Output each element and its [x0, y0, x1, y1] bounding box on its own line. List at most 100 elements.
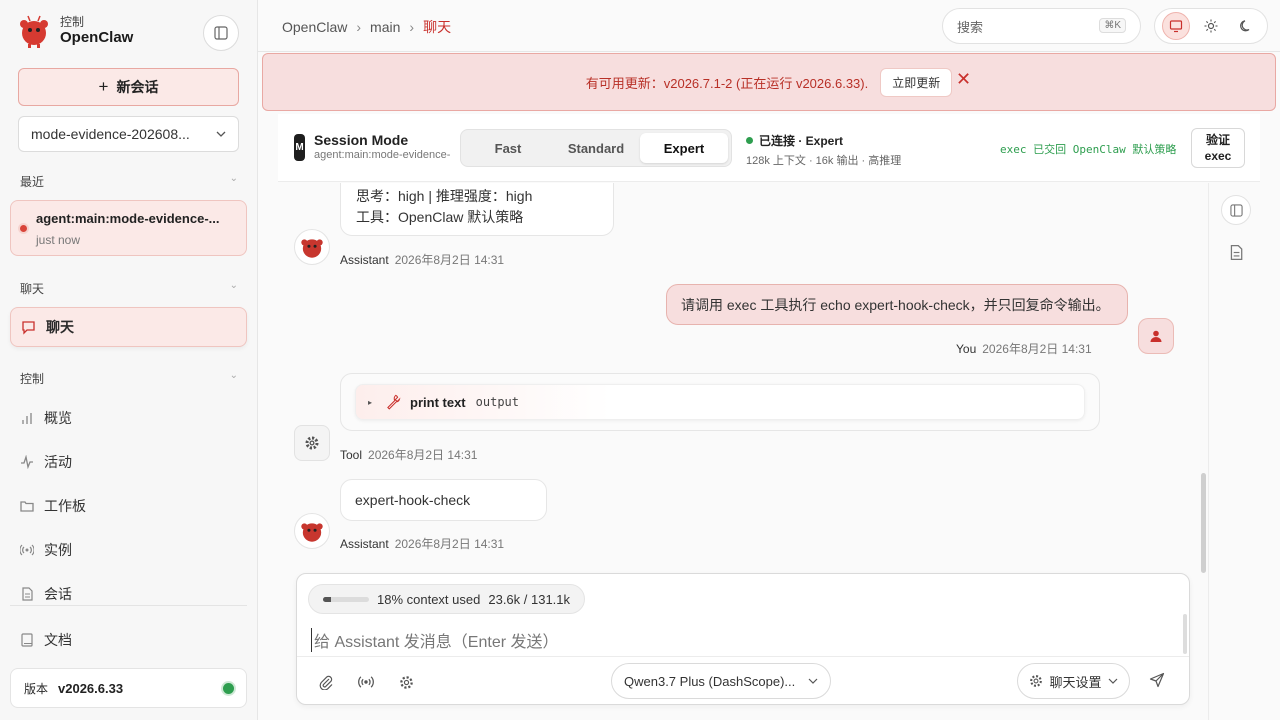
user-message-text: 请调用 exec 工具执行 echo expert-hook-check，并只回…: [681, 296, 1110, 313]
mode-standard-button[interactable]: Standard: [552, 133, 640, 163]
chat-scrollbar[interactable]: [1201, 473, 1206, 573]
lobster-avatar-icon: [301, 239, 323, 258]
online-status-icon: [223, 683, 234, 694]
composer-settings-button[interactable]: [396, 672, 416, 692]
composer-scrollbar[interactable]: [1183, 614, 1187, 654]
sender-name: Assistant: [340, 537, 389, 551]
activity-icon: [21, 455, 33, 469]
model-select[interactable]: Qwen3.7 Plus (DashScope)...: [611, 663, 831, 699]
sidebar-item-chat[interactable]: 聊天: [10, 307, 247, 347]
exec-policy-note: exec 已交回 OpenClaw 默认策略: [1000, 143, 1177, 156]
chat-settings-button[interactable]: 聊天设置: [1017, 663, 1130, 699]
assistant-avatar: [294, 513, 330, 549]
sidebar-item-activity[interactable]: 活动: [20, 452, 72, 472]
search-placeholder: 搜索: [957, 19, 984, 35]
theme-dark-button[interactable]: [1232, 12, 1260, 40]
message-input[interactable]: 给 Assistant 发消息（Enter 发送）: [311, 628, 1171, 652]
chat-thread: 思考：high | 推理强度：high 工具：OpenClaw 默认策略 Ass…: [278, 183, 1200, 571]
chevron-down-icon: ⌄: [229, 280, 238, 291]
moon-icon: [1239, 20, 1250, 32]
breadcrumb-root[interactable]: OpenClaw: [282, 19, 347, 35]
message-time: 2026年8月2日 14:31: [394, 537, 505, 551]
search-input[interactable]: 搜索 ⌘K: [942, 8, 1141, 44]
chat-bubble-icon: [22, 320, 35, 335]
model-select-value: Qwen3.7 Plus (DashScope)...: [624, 673, 796, 689]
chevron-down-icon: [1108, 678, 1118, 684]
update-banner: 有可用更新：v2026.7.1-2 (正在运行 v2026.6.33). 立即更…: [262, 53, 1276, 111]
assistant-message: expert-hook-check: [340, 479, 547, 521]
message-line: 工具：OpenClaw 默认策略: [356, 209, 524, 225]
sidebar-item-instances[interactable]: 实例: [20, 540, 72, 560]
verify-exec-button[interactable]: 验证 exec: [1191, 128, 1245, 168]
right-rail: [1208, 183, 1280, 720]
composer-divider: [297, 656, 1189, 657]
update-now-button[interactable]: 立即更新: [880, 67, 953, 97]
tool-call-row[interactable]: ▸ print text output: [355, 384, 1085, 420]
panel-icon: [1229, 203, 1243, 217]
attach-button[interactable]: [316, 672, 336, 692]
sidebar-item-workboard[interactable]: 工作板: [20, 496, 86, 516]
assistant-message: 思考：high | 推理强度：high 工具：OpenClaw 默认策略: [340, 183, 614, 236]
assistant-avatar: [294, 229, 330, 265]
theme-switcher: [1154, 8, 1268, 44]
monitor-icon: [1170, 20, 1183, 33]
session-select-value: mode-evidence-202608...: [31, 126, 190, 142]
voice-button[interactable]: [356, 672, 376, 692]
close-icon[interactable]: ✕: [956, 69, 971, 90]
sidebar-item-overview-label: 概览: [44, 410, 72, 426]
message-meta: You 2026年8月2日 14:31: [956, 340, 1092, 357]
toggle-panel-button[interactable]: [1221, 195, 1251, 225]
message-meta: Assistant 2026年8月2日 14:31: [340, 535, 504, 552]
send-button[interactable]: [1149, 672, 1169, 692]
chevron-down-icon: [808, 678, 818, 684]
breadcrumb-separator: ›: [409, 19, 415, 35]
chat-header-label: 聊天: [20, 282, 45, 296]
brand[interactable]: 控制 OpenClaw: [18, 14, 133, 48]
tool-output-label: output: [475, 395, 519, 409]
document-icon: [22, 587, 33, 601]
mode-expert-button[interactable]: Expert: [640, 133, 728, 163]
collapse-sidebar-button[interactable]: [203, 15, 239, 51]
sidebar-item-overview[interactable]: 概览: [20, 408, 72, 428]
version-label: 版本: [24, 681, 49, 696]
message-meta: Tool 2026年8月2日 14:31: [340, 446, 477, 463]
assistant-reply-text: expert-hook-check: [355, 492, 471, 508]
active-session-dot-icon: [20, 225, 27, 232]
sidebar-item-activity-label: 活动: [44, 454, 72, 470]
message-time: 2026年8月2日 14:31: [982, 342, 1092, 356]
version-badge: 版本 v2026.6.33: [10, 668, 247, 708]
plus-icon: +: [98, 77, 109, 96]
sidebar-item-docs[interactable]: 文档: [20, 630, 72, 650]
sidebar-item-sessions[interactable]: 会话: [20, 584, 72, 604]
session-select[interactable]: mode-evidence-202608...: [18, 116, 239, 152]
theme-light-button[interactable]: [1197, 12, 1225, 40]
session-mode-title: Session Mode: [314, 132, 409, 148]
new-chat-button[interactable]: + 新会话: [18, 68, 239, 106]
sidebar-item-workboard-label: 工作板: [44, 498, 86, 514]
new-chat-label: 新会话: [116, 79, 159, 95]
context-usage-tokens: 23.6k / 131.1k: [488, 591, 571, 607]
top-bar: OpenClaw › main › 聊天 搜索 ⌘K: [258, 0, 1280, 52]
tool-call-card: ▸ print text output: [340, 373, 1100, 431]
document-icon[interactable]: [1228, 244, 1244, 264]
paperclip-icon: [319, 675, 333, 690]
lobster-avatar-icon: [301, 523, 323, 542]
theme-system-button[interactable]: [1162, 12, 1191, 40]
message-composer: 18% context used 23.6k / 131.1k 给 Assist…: [296, 573, 1190, 705]
connection-status: 已连接 · Expert: [746, 132, 843, 149]
chat-section-header[interactable]: 聊天 ⌄: [20, 280, 238, 297]
control-section-header[interactable]: 控制 ⌄: [20, 370, 238, 387]
sidebar-item-docs-label: 文档: [44, 632, 72, 648]
bar-chart-icon: [22, 413, 32, 424]
brand-subtitle: 控制: [60, 14, 85, 29]
recent-session-item[interactable]: agent:main:mode-evidence-... just now: [10, 200, 247, 256]
mode-fast-button[interactable]: Fast: [464, 133, 552, 163]
user-icon: [1150, 330, 1162, 342]
sidebar: 控制 OpenClaw + 新会话 mode-evidence-202608..…: [0, 0, 258, 720]
message-meta: Assistant 2026年8月2日 14:31: [340, 251, 504, 268]
breadcrumb-agent[interactable]: main: [370, 19, 400, 35]
broadcast-icon: [358, 676, 374, 688]
brand-title: OpenClaw: [60, 29, 134, 47]
recent-session-title: agent:main:mode-evidence-...: [36, 211, 220, 226]
recent-section-header[interactable]: 最近 ⌄: [20, 173, 238, 190]
